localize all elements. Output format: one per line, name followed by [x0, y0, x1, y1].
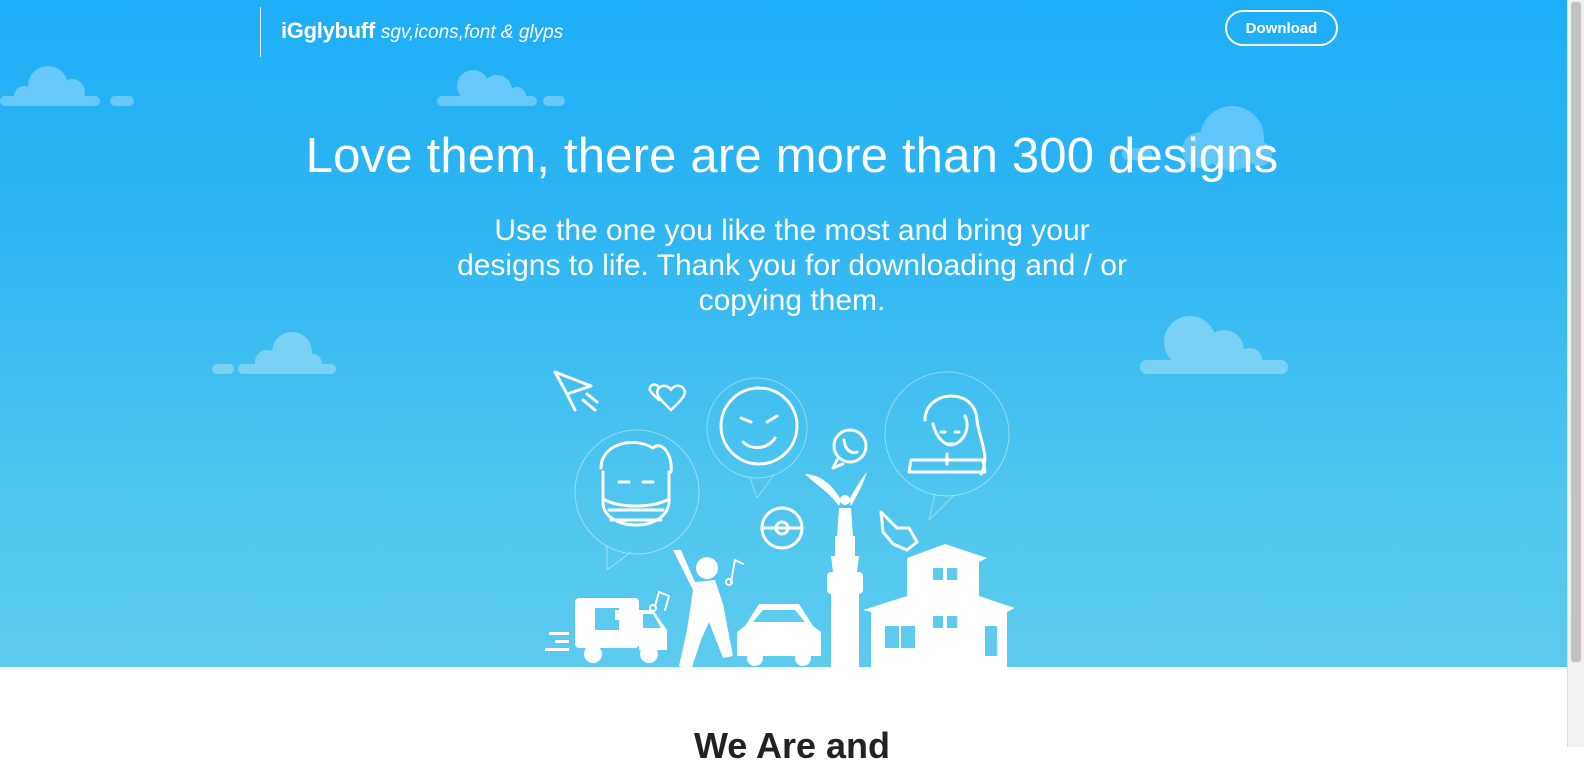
woman-avatar-icon — [884, 371, 1010, 521]
masked-man-icon — [574, 429, 700, 571]
cloud-icon — [1140, 316, 1288, 374]
hero-headline: Love them, there are more than 300 desig… — [305, 129, 1279, 183]
brand[interactable]: iGglybuff sgv,icons,font & glyps — [281, 18, 563, 44]
smiley-face-icon — [706, 377, 808, 499]
hero-subtext: Use the one you like the most and bring … — [457, 214, 1127, 317]
hero-illustration — [545, 370, 1015, 667]
whatsapp-icon — [831, 428, 868, 470]
dancing-person-icon — [673, 550, 733, 667]
cloud-icon — [0, 66, 134, 106]
hearts-icon — [648, 383, 687, 412]
delivery-truck-icon — [545, 598, 667, 663]
pointer-hand-icon — [879, 510, 919, 552]
hero-section: iGglybuff sgv,icons,font & glyps Download… — [0, 0, 1584, 667]
brand-tagline: sgv,icons,font & glyps — [380, 22, 564, 43]
scrollbar-thumb[interactable] — [1571, 2, 1581, 662]
pokeball-icon — [760, 506, 804, 550]
paper-plane-icon — [553, 370, 599, 412]
brand-name: iGglybuff — [281, 18, 375, 43]
download-button[interactable]: Download — [1225, 10, 1338, 46]
cloud-icon — [212, 332, 336, 374]
cloud-icon — [437, 70, 565, 106]
section-title: We Are and — [693, 725, 891, 766]
scrollbar[interactable] — [1567, 0, 1584, 747]
brand-divider — [260, 7, 261, 57]
